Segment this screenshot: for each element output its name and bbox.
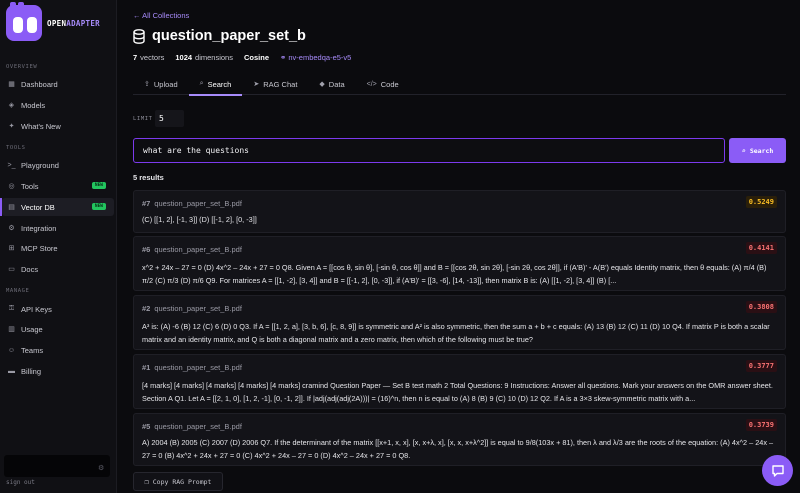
- back-to-collections-link[interactable]: ← All Collections: [133, 11, 189, 20]
- card-icon: ▬: [8, 367, 15, 375]
- upload-icon: ⇪: [144, 81, 150, 88]
- sidebar-item-mcp-store[interactable]: ⊞ MCP Store: [2, 239, 114, 257]
- result-file: question_paper_set_B.pdf: [154, 363, 242, 372]
- sidebar: OPENADAPTER OVERVIEW ▦ Dashboard ◈ Models …: [0, 0, 117, 493]
- new-badge: NEW: [91, 182, 106, 189]
- sign-out-link[interactable]: sign out: [6, 479, 35, 486]
- embedding-model-link[interactable]: ⚭ nv-embedqa-e5-v5: [280, 53, 351, 62]
- send-icon: ➤: [253, 81, 260, 88]
- dimensions-count: 1024: [175, 53, 193, 62]
- result-text: A) 2004 (B) 2005 (C) 2007 (D) 2006 Q7. I…: [142, 438, 776, 460]
- result-text: (C) [[1, 2], [-1, 3]] (D) [[-1, 2], [0, …: [142, 215, 257, 224]
- database-icon: [133, 28, 145, 44]
- limit-input[interactable]: [155, 110, 184, 127]
- logo[interactable]: OPENADAPTER: [6, 2, 100, 41]
- users-icon: ☺: [7, 346, 16, 354]
- search-icon: ⌕: [199, 80, 204, 87]
- sidebar-item-vector-db[interactable]: ▤ Vector DB NEW: [0, 198, 114, 216]
- tab-search[interactable]: ⌕ Search: [188, 73, 243, 96]
- user-profile[interactable]: [4, 455, 110, 477]
- limit-label: LIMIT: [133, 116, 153, 122]
- sidebar-item-models[interactable]: ◈ Models: [2, 96, 114, 114]
- sidebar-item-dashboard[interactable]: ▦ Dashboard: [2, 75, 114, 93]
- globe-icon: ◎: [8, 183, 15, 190]
- new-badge: NEW: [91, 203, 106, 210]
- chat-button[interactable]: [762, 455, 793, 486]
- similarity-score: 0.4141: [745, 242, 777, 254]
- similarity-score: 0.3739: [745, 419, 777, 431]
- collection-meta: 7 vectors 1024 dimensions Cosine ⚭ nv-em…: [133, 53, 352, 62]
- result-text: x^2 + 24x – 27 = 0 (D) 4x^2 – 24x + 27 =…: [142, 263, 769, 285]
- key-icon: ⚿: [8, 305, 15, 312]
- terminal-icon: >_: [7, 161, 16, 169]
- sidebar-item-teams[interactable]: ☺ Teams: [2, 341, 114, 359]
- result-rank: #2: [142, 304, 151, 313]
- sidebar-item-docs[interactable]: ▭ Docs: [2, 260, 114, 278]
- sidebar-item-billing[interactable]: ▬ Billing: [2, 362, 114, 380]
- result-card[interactable]: #5 question_paper_set_B.pdf 0.3739 A) 200…: [133, 413, 786, 466]
- store-icon: ⊞: [8, 245, 15, 252]
- chat-bubble-icon: [771, 464, 784, 477]
- result-file: question_paper_set_B.pdf: [154, 304, 242, 313]
- sidebar-item-playground[interactable]: >_ Playground: [2, 156, 114, 174]
- database-icon: ▤: [8, 204, 15, 211]
- distance-metric: Cosine: [243, 53, 269, 62]
- cube-icon: ◈: [8, 102, 15, 109]
- result-rank: #7: [142, 199, 151, 208]
- sidebar-item-usage[interactable]: ▥ Usage: [2, 320, 114, 338]
- plug-icon: ⚙: [8, 225, 15, 232]
- page-title: question_paper_set_b: [152, 28, 306, 44]
- result-file: question_paper_set_B.pdf: [154, 199, 242, 208]
- result-rank: #1: [142, 363, 151, 372]
- section-label-manage: MANAGE: [6, 288, 30, 294]
- result-card[interactable]: #2 question_paper_set_B.pdf 0.3808 A³ is:…: [133, 295, 786, 350]
- sparkle-icon: ✦: [8, 123, 15, 130]
- sidebar-item-tools[interactable]: ◎ Tools NEW: [2, 177, 114, 195]
- chart-icon: ▥: [8, 326, 15, 333]
- results-count: 5 results: [133, 173, 164, 182]
- book-icon: ▭: [8, 266, 15, 273]
- similarity-score: 0.3808: [745, 301, 777, 313]
- similarity-score: 0.5249: [745, 196, 777, 208]
- result-text: [4 marks] [4 marks] [4 marks] [4 marks] …: [142, 381, 775, 403]
- logo-icon: [6, 2, 42, 41]
- result-text: A³ is: (A) -6 (B) 12 (C) 6 (D) 0 Q3. If …: [142, 322, 772, 344]
- result-rank: #6: [142, 245, 151, 254]
- code-icon: </>: [366, 80, 377, 88]
- tab-rag-chat[interactable]: ➤ RAG Chat: [242, 73, 308, 95]
- sidebar-item-integration[interactable]: ⚙ Integration: [2, 219, 114, 237]
- brand-name: OPENADAPTER: [47, 18, 100, 28]
- similarity-score: 0.3777: [745, 360, 777, 372]
- copy-rag-prompt-button[interactable]: ❐ Copy RAG Prompt: [133, 472, 223, 491]
- section-label-overview: OVERVIEW: [6, 64, 38, 70]
- section-label-tools: TOOLS: [6, 145, 26, 151]
- sidebar-item-api-keys[interactable]: ⚿ API Keys: [2, 300, 114, 318]
- tab-data[interactable]: ◆ Data: [308, 73, 355, 95]
- search-input[interactable]: [133, 138, 725, 163]
- grid-icon: ▦: [8, 81, 15, 88]
- vectors-count: 7: [133, 53, 138, 62]
- search-button[interactable]: ⌕ Search: [729, 138, 786, 163]
- result-file: question_paper_set_B.pdf: [154, 245, 242, 254]
- tab-code[interactable]: </> Code: [356, 73, 410, 95]
- tab-bar: ⇪ Upload ⌕ Search ➤ RAG Chat ◆ Data </> Code: [133, 73, 786, 96]
- result-card[interactable]: #6 question_paper_set_B.pdf 0.4141 x^2 + …: [133, 236, 786, 291]
- result-file: question_paper_set_B.pdf: [154, 422, 242, 431]
- tab-upload[interactable]: ⇪ Upload: [133, 73, 189, 95]
- layers-icon: ◆: [319, 81, 325, 88]
- search-icon: ⌕: [741, 146, 746, 155]
- result-card[interactable]: #7 question_paper_set_B.pdf 0.5249 (C) [[…: [133, 190, 786, 233]
- sidebar-item-whats-new[interactable]: ✦ What's New: [2, 117, 114, 135]
- result-card[interactable]: #1 question_paper_set_B.pdf 0.3777 [4 mar…: [133, 354, 786, 409]
- result-rank: #5: [142, 422, 151, 431]
- copy-icon: ❐: [144, 477, 149, 486]
- gear-icon[interactable]: ⚙: [98, 464, 104, 472]
